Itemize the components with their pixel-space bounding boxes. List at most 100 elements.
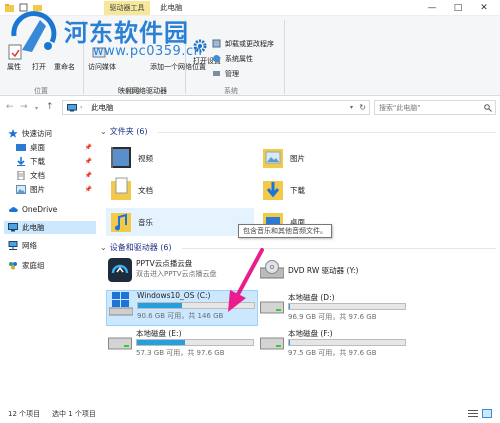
uninstall-programs-button[interactable]: 卸载或更改程序 [225, 39, 274, 49]
breadcrumb[interactable]: 此电脑 [91, 102, 114, 114]
document-icon [17, 171, 25, 180]
nav-homegroup-label: 家庭组 [22, 261, 45, 270]
music-tooltip: 包含音乐和其他音频文件。 [238, 224, 332, 238]
drive-usage-bar [136, 339, 254, 346]
nav-network[interactable]: 网络 [4, 239, 96, 252]
chevron-down-icon: ⌄ [100, 243, 107, 252]
rename-button[interactable]: 重命名 [54, 62, 75, 72]
nav-item-documents[interactable]: 文档 📌 [12, 169, 96, 182]
search-input[interactable]: 搜索"此电脑" [374, 100, 496, 115]
nav-item-desktop[interactable]: 桌面 📌 [12, 141, 96, 154]
address-bar: ← → ▾ ↑ › 此电脑 ▾ ↻ 搜索"此电脑" [0, 97, 500, 117]
address-dropdown-icon[interactable]: ▾ [350, 102, 353, 114]
manage-icon [213, 71, 220, 76]
watermark-logo-icon [11, 11, 57, 52]
folder-music[interactable]: 音乐 [106, 208, 254, 236]
star-icon [8, 129, 18, 138]
access-media-button[interactable]: 访问媒体 [88, 62, 116, 72]
watermark-url: www.pc0359.cn [93, 44, 203, 59]
drive-info: 57.3 GB 可用，共 97.6 GB [136, 349, 225, 357]
tiles-view-icon[interactable] [482, 409, 492, 418]
drive-usage-fill [289, 304, 291, 309]
video-folder-icon [111, 147, 131, 168]
selected-count: 选中 1 个项目 [52, 410, 96, 418]
folder-videos[interactable]: 视频 [110, 144, 256, 172]
folder-downloads[interactable]: 下载 [262, 176, 408, 204]
search-placeholder: 搜索"此电脑" [379, 104, 421, 112]
folder-label: 图片 [290, 154, 305, 163]
network-icon [8, 241, 18, 250]
folder-label: 视频 [138, 154, 153, 163]
drive-usage-fill [289, 340, 291, 345]
folders-section-header[interactable]: ⌄ 文件夹 (6) [100, 126, 148, 137]
drive-usage-bar [288, 339, 406, 346]
pptv-cloud-icon [108, 258, 132, 282]
nav-quick-access-label: 快速访问 [22, 129, 52, 138]
nav-quick-access[interactable]: 快速访问 [4, 127, 96, 140]
refresh-icon[interactable]: ↻ [359, 101, 366, 114]
drive-usage-bar [288, 303, 406, 310]
back-arrow-icon[interactable]: ← [6, 101, 14, 113]
drive-name: 本地磁盘 (F:) [288, 329, 333, 338]
drive-info: 双击进入PPTV云点播云盘 [136, 270, 217, 278]
drive-e[interactable]: 本地磁盘 (E:) 57.3 GB 可用，共 97.6 GB [108, 328, 258, 362]
hard-drive-icon [260, 337, 284, 350]
breadcrumb-chevron-icon[interactable]: › [80, 102, 82, 114]
drive-f[interactable]: 本地磁盘 (F:) 97.5 GB 可用，共 97.6 GB [260, 328, 410, 362]
folder-label: 音乐 [138, 218, 153, 227]
maximize-button[interactable]: □ [446, 0, 470, 16]
nav-item-label: 图片 [30, 185, 45, 194]
close-button[interactable]: ✕ [472, 0, 496, 16]
drives-section-header[interactable]: ⌄ 设备和驱动器 (6) [100, 242, 172, 253]
homegroup-icon [9, 262, 17, 270]
forward-arrow-icon[interactable]: → [20, 101, 28, 113]
content-pane: ⌄ 文件夹 (6) 视频 图片 文档 下载 音乐 桌面 ⌄ 设备和驱动器 (6) P… [96, 120, 500, 405]
details-view-icon[interactable] [468, 409, 478, 418]
computer-icon [8, 223, 18, 232]
nav-item-downloads[interactable]: 下载 📌 [12, 155, 96, 168]
drive-name: 本地磁盘 (E:) [136, 329, 182, 338]
navigation-pane: 快速访问 桌面 📌 下载 📌 文档 📌 图片 📌 OneDrive 此电脑 网络… [0, 120, 96, 405]
address-box[interactable]: › 此电脑 ▾ ↻ [62, 100, 370, 115]
folder-pictures[interactable]: 图片 [262, 144, 408, 172]
pin-icon: 📌 [84, 186, 92, 193]
up-arrow-icon[interactable]: ↑ [46, 101, 54, 113]
nav-item-pictures[interactable]: 图片 📌 [12, 183, 96, 196]
folder-documents[interactable]: 文档 [110, 176, 256, 204]
uninstall-programs-icon [212, 39, 221, 48]
minimize-button[interactable]: — [420, 0, 444, 16]
drive-name: 本地磁盘 (D:) [288, 293, 335, 302]
drive-name: DVD RW 驱动器 (Y:) [288, 266, 359, 275]
annotation-arrow-icon [228, 248, 264, 312]
drive-name: Windows10_OS (C:) [137, 291, 211, 300]
folder-label: 下载 [290, 186, 305, 195]
nav-this-pc[interactable]: 此电脑 [4, 221, 96, 234]
drive-info: 96.9 GB 可用，共 97.6 GB [288, 313, 377, 321]
item-count: 12 个项目 [8, 410, 41, 418]
hard-drive-icon [108, 337, 132, 350]
drive-dvd[interactable]: DVD RW 驱动器 (Y:) [260, 258, 410, 292]
drives-header-label: 设备和驱动器 (6) [109, 243, 172, 252]
nav-homegroup[interactable]: 家庭组 [4, 259, 96, 272]
folder-label: 文档 [138, 186, 153, 195]
network-group-label: 网络 [126, 87, 140, 95]
music-folder-icon [111, 213, 131, 232]
drive-d[interactable]: 本地磁盘 (D:) 96.9 GB 可用，共 97.6 GB [260, 292, 410, 326]
system-properties-button[interactable]: 系统属性 [225, 54, 253, 64]
status-bar: 12 个项目 选中 1 个项目 [0, 405, 500, 423]
system-group-label: 系统 [224, 87, 238, 95]
manage-button[interactable]: 管理 [225, 69, 239, 79]
drive-info: 90.6 GB 可用，共 146 GB [137, 312, 224, 320]
drive-info: 97.5 GB 可用，共 97.6 GB [288, 349, 377, 357]
recent-chevron-down-icon[interactable]: ▾ [35, 103, 38, 115]
nav-onedrive-label: OneDrive [22, 205, 58, 214]
properties-button[interactable]: 属性 [7, 62, 21, 72]
drive-usage-fill [138, 303, 183, 308]
section-divider [158, 132, 496, 133]
download-arrow-icon [17, 157, 25, 166]
folders-header-label: 文件夹 (6) [109, 127, 148, 136]
open-button[interactable]: 打开 [32, 62, 46, 72]
nav-onedrive[interactable]: OneDrive [4, 203, 96, 216]
this-pc-icon [67, 104, 77, 112]
search-icon[interactable] [484, 104, 492, 112]
